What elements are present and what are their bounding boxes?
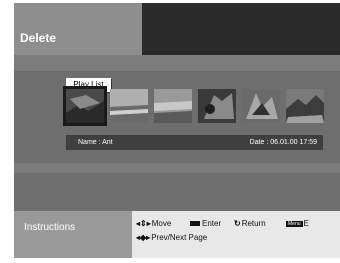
return-circle-icon: ↻ (234, 219, 241, 228)
enter-key-icon (190, 221, 200, 227)
header-dark-area (142, 3, 340, 55)
prev-next-hint: ◂◆▸Prev/Next Page (136, 233, 208, 242)
enter-hint: Enter (190, 219, 221, 228)
return-hint: ↻Return (234, 219, 266, 228)
delete-screen: Delete Play List Name: Ant Date: 06.01… (14, 3, 340, 258)
thumbnail-4[interactable] (198, 89, 236, 123)
thumbnail-6[interactable] (286, 89, 324, 123)
thumbnail-2[interactable] (110, 89, 148, 123)
up-down-arrows-icon: ◂⇕▸ (136, 219, 151, 228)
thumbnail-image-5 (242, 89, 280, 123)
menu-hint: Menu E (286, 219, 309, 228)
instructions-panel-left (14, 211, 132, 258)
band-2 (14, 163, 340, 173)
header-title-area (14, 3, 142, 55)
menu-button-icon: Menu (286, 220, 303, 227)
left-right-arrows-icon: ◂◆▸ (136, 233, 151, 242)
thumbnail-3[interactable] (154, 89, 192, 123)
thumbnail-5[interactable] (242, 89, 280, 123)
date-label: Date : 06.01.00 17:59 (249, 139, 317, 146)
thumbnail-image-3 (154, 89, 192, 123)
page-title: Delete (20, 31, 57, 45)
instructions-title: Instructions (24, 222, 76, 233)
thumbnail-image-1 (66, 89, 104, 123)
thumbnail-1[interactable] (63, 86, 107, 126)
info-bar: Name : Ant Date : 06.01.00 17:59 (66, 135, 323, 150)
thumbnail-image-6 (286, 89, 324, 123)
thumbnail-image-4 (198, 89, 236, 123)
move-hint: ◂⇕▸Move (136, 219, 172, 228)
band-1 (14, 55, 340, 71)
thumbnail-image-2 (110, 89, 148, 123)
name-label: Name : Ant (78, 139, 113, 146)
